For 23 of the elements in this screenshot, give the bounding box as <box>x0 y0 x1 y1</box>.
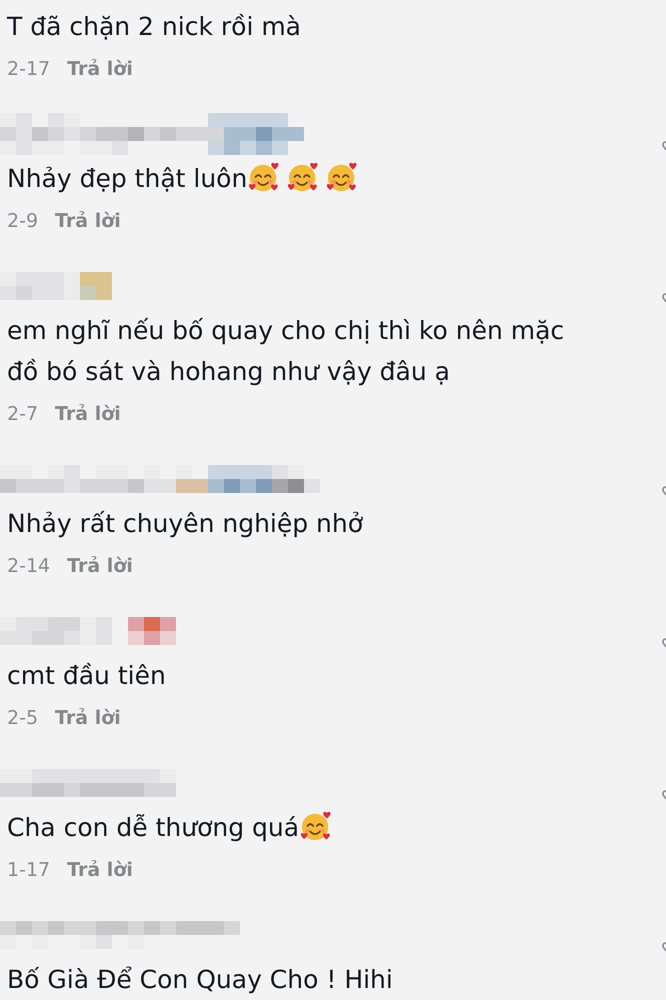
comment-date: 2-5 <box>7 706 38 731</box>
comment-text: Nhảy rất chuyên nghiệp nhở <box>7 509 364 538</box>
comment-text: Bố Già Để Con Quay Cho ! Hihi <box>7 965 393 994</box>
comment-text: Cha con dễ thương quá <box>7 813 300 842</box>
comment-text: em nghĩ nếu bố quay cho chị thì ko nên mặc đồ bó sát và hohang như vậy đâu ạ <box>7 316 564 386</box>
reply-link[interactable]: Trả lời <box>55 207 121 235</box>
reply-link[interactable]: Trả lời <box>67 856 133 884</box>
comment-text: Nhảy đẹp thật luôn <box>7 164 248 193</box>
smiling-face-with-hearts-icon <box>325 160 360 194</box>
smiling-face-with-hearts-icon <box>286 160 320 194</box>
comment-date: 2-14 <box>7 554 50 579</box>
comment-date: 2-7 <box>7 402 38 427</box>
reply-link[interactable]: Trả lời <box>55 704 121 732</box>
comment-text: cmt đầu tiên <box>7 661 166 690</box>
reply-link[interactable]: Trả lời <box>67 552 133 580</box>
comment-date: 1-17 <box>7 858 50 883</box>
comment-text: T đã chặn 2 nick rồi mà <box>7 12 302 41</box>
smiling-face-with-hearts-icon <box>247 160 282 194</box>
comment-date: 2-9 <box>7 209 38 234</box>
smiling-face-with-hearts-icon <box>299 809 334 843</box>
reply-link[interactable]: Trả lời <box>55 400 121 428</box>
comment-date: 2-17 <box>7 57 50 82</box>
reply-link[interactable]: Trả lời <box>67 55 133 83</box>
